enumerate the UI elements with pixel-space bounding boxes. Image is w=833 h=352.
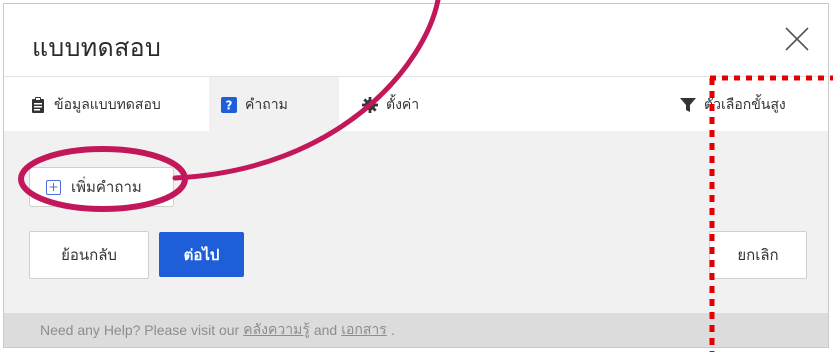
tab-settings[interactable]: ตั้งค่า xyxy=(350,77,431,132)
tab-quiz-info-label: ข้อมูลแบบทดสอบ xyxy=(54,96,161,113)
tab-questions-label: คำถาม xyxy=(245,96,288,113)
help-suffix: . xyxy=(390,322,395,338)
tab-bar: ข้อมูลแบบทดสอบ ? คำถาม ตั้งค่า ตัวเลือกข… xyxy=(4,76,828,132)
clipboard-icon xyxy=(30,96,46,113)
filter-icon xyxy=(680,97,696,113)
tab-quiz-info[interactable]: ข้อมูลแบบทดสอบ xyxy=(18,77,173,132)
svg-text:?: ? xyxy=(226,98,233,112)
knowledge-base-link[interactable]: คลังความรู้ xyxy=(243,319,310,341)
back-button[interactable]: ย้อนกลับ xyxy=(29,231,149,279)
help-text: Need any Help? Please visit our xyxy=(40,322,240,338)
tab-settings-label: ตั้งค่า xyxy=(386,96,420,113)
question-icon: ? xyxy=(221,96,237,113)
add-question-label: เพิ่มคำถาม xyxy=(71,178,142,196)
help-footer: Need any Help? Please visit our คลังความ… xyxy=(4,313,828,347)
tab-questions[interactable]: ? คำถาม xyxy=(209,77,339,132)
dialog-header: แบบทดสอบ xyxy=(4,4,828,76)
cancel-button[interactable]: ยกเลิก xyxy=(709,231,807,279)
plus-icon: + xyxy=(46,179,61,195)
dialog-title: แบบทดสอบ xyxy=(32,33,162,62)
add-question-button[interactable]: + เพิ่มคำถาม xyxy=(29,167,174,207)
quiz-dialog: แบบทดสอบ ข้อมูลแบบทดสอบ ? คำถาม ตั้งค่า … xyxy=(3,3,829,348)
help-and-text: and xyxy=(313,322,338,338)
next-button[interactable]: ต่อไป xyxy=(159,232,244,277)
tab-advanced-options[interactable]: ตัวเลือกขั้นสูง xyxy=(668,77,798,132)
tab-advanced-options-label: ตัวเลือกขั้นสูง xyxy=(704,96,786,113)
documentation-link[interactable]: เอกสาร xyxy=(341,319,387,341)
question-panel: + เพิ่มคำถาม ย้อนกลับ ต่อไป ยกเลิก xyxy=(4,131,828,315)
close-icon[interactable] xyxy=(783,25,811,53)
gear-icon xyxy=(362,96,378,113)
